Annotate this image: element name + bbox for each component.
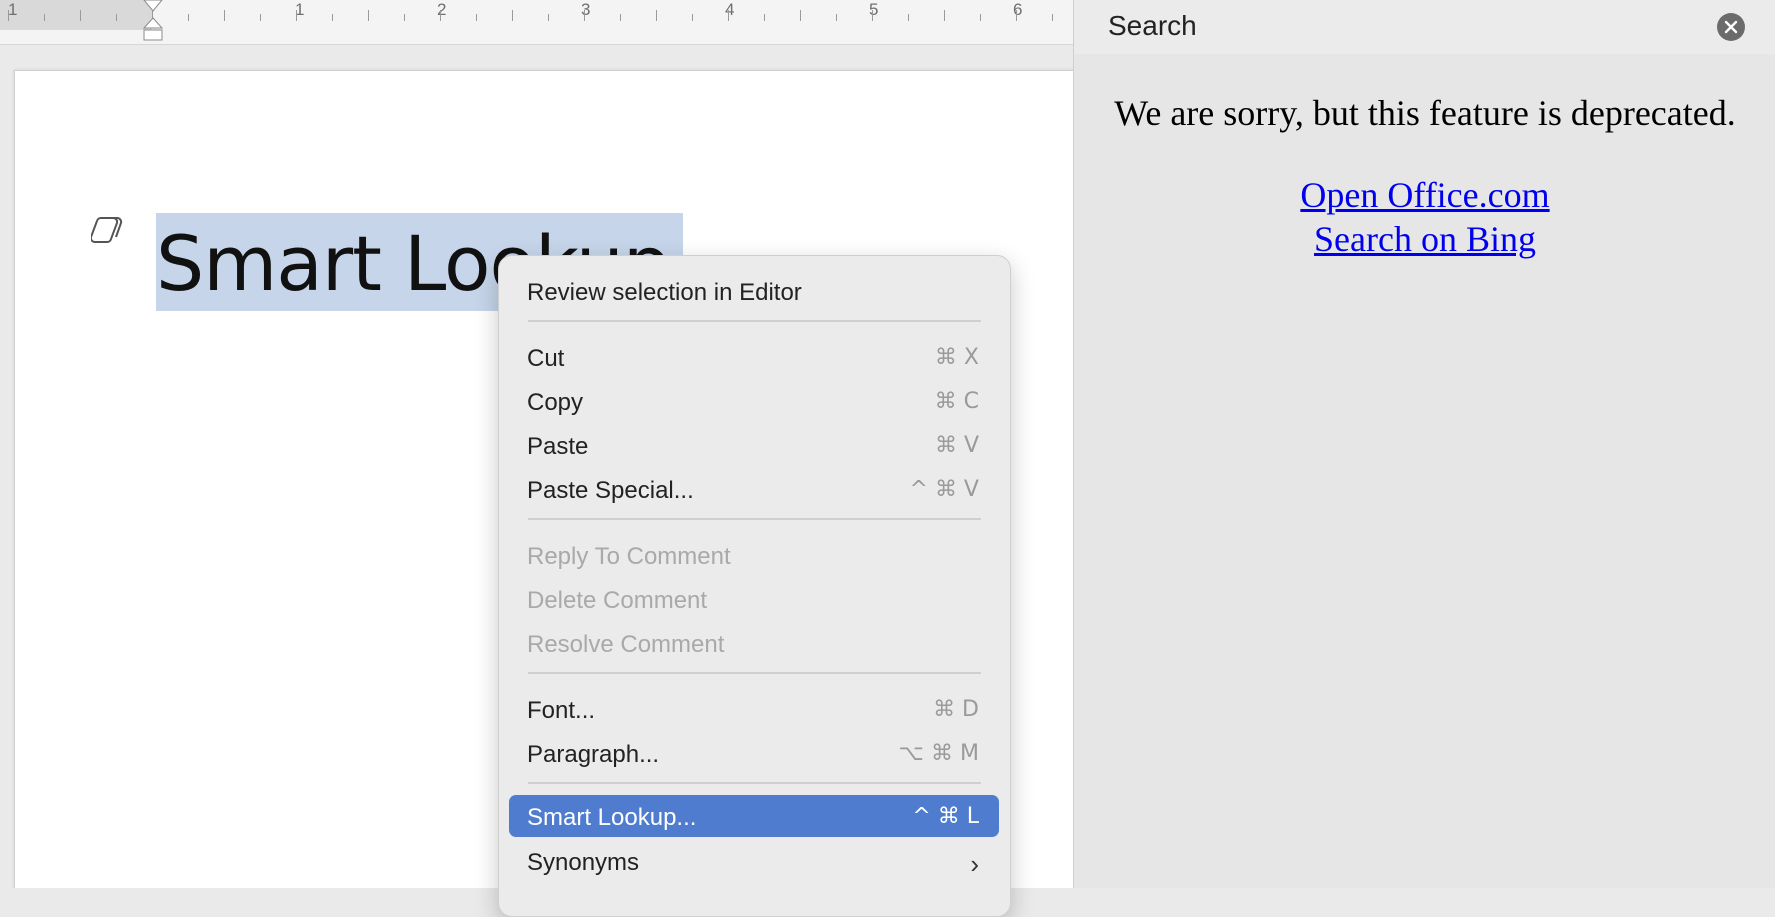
menu-item-synonyms[interactable]: Synonyms › xyxy=(509,840,999,882)
menu-separator xyxy=(528,672,981,674)
chevron-right-icon: › xyxy=(970,849,979,879)
indent-marker-icon[interactable] xyxy=(143,0,163,42)
menu-shortcut: ⌘ D xyxy=(933,697,979,722)
ruler-tick xyxy=(224,10,225,21)
menu-item-copy[interactable]: Copy ⌘ C xyxy=(509,380,999,422)
ruler-tick xyxy=(44,14,45,21)
menu-item-label: Paste xyxy=(527,433,589,460)
ruler-label: 5 xyxy=(869,0,879,19)
ruler-tick xyxy=(188,14,189,21)
menu-separator xyxy=(528,320,981,322)
ruler-tick xyxy=(908,14,909,21)
search-bing-link[interactable]: Search on Bing xyxy=(1314,219,1536,259)
menu-shortcut: ⌘ V xyxy=(934,433,979,458)
search-pane-title: Search xyxy=(1108,10,1197,41)
search-pane-header: Search xyxy=(1074,0,1775,54)
horizontal-ruler[interactable]: 1 1 2 3 4 5 6 xyxy=(0,0,1073,45)
ruler-tick xyxy=(548,14,549,21)
menu-item-delete-comment: Delete Comment xyxy=(509,578,999,620)
menu-item-font[interactable]: Font... ⌘ D xyxy=(509,688,999,730)
close-pane-button[interactable] xyxy=(1717,13,1745,41)
search-bing-link-row: Search on Bing xyxy=(1074,218,1775,260)
menu-item-label: Smart Lookup... xyxy=(527,804,697,831)
menu-item-review-selection[interactable]: Review selection in Editor xyxy=(509,270,999,312)
menu-separator xyxy=(528,782,981,784)
ruler-label: 3 xyxy=(581,0,591,19)
context-menu: Review selection in Editor Cut ⌘ X Copy … xyxy=(498,255,1011,917)
ruler-tick xyxy=(1052,14,1053,21)
close-icon xyxy=(1724,20,1738,34)
menu-item-label: Review selection in Editor xyxy=(527,279,802,306)
ruler-tick xyxy=(476,14,477,21)
menu-item-cut[interactable]: Cut ⌘ X xyxy=(509,336,999,378)
ruler-tick xyxy=(620,14,621,21)
ruler-tick xyxy=(332,14,333,21)
ruler-tick xyxy=(584,10,585,21)
menu-shortcut: ⌥ ⌘ M xyxy=(898,741,979,766)
menu-item-label: Delete Comment xyxy=(527,587,708,614)
menu-item-label: Copy xyxy=(527,389,584,416)
ruler-margin xyxy=(0,0,152,30)
ruler-tick xyxy=(980,14,981,21)
ruler-tick xyxy=(764,14,765,21)
menu-item-label: Paste Special... xyxy=(527,477,694,504)
deprecated-message: We are sorry, but this feature is deprec… xyxy=(1114,93,1736,133)
menu-shortcut: ^ ⌘ V xyxy=(909,477,979,502)
menu-separator xyxy=(528,518,981,520)
ruler-tick xyxy=(728,10,729,21)
menu-item-reply-to-comment: Reply To Comment xyxy=(509,534,999,576)
open-office-link[interactable]: Open Office.com xyxy=(1300,175,1549,215)
menu-item-label: Reply To Comment xyxy=(527,543,731,570)
ruler-tick xyxy=(368,10,369,21)
open-office-link-row: Open Office.com xyxy=(1074,174,1775,216)
menu-shortcut: ⌘ C xyxy=(934,389,979,414)
ruler-label: 4 xyxy=(725,0,735,19)
copilot-icon[interactable] xyxy=(91,214,125,244)
ruler-tick xyxy=(440,10,441,21)
ruler-tick xyxy=(1016,10,1017,21)
menu-shortcut: ⌘ X xyxy=(934,345,979,370)
menu-item-smart-lookup[interactable]: Smart Lookup... ^ ⌘ L xyxy=(509,795,999,837)
ruler-label: 1 xyxy=(8,0,18,19)
ruler-tick xyxy=(836,14,837,21)
menu-item-paste-special[interactable]: Paste Special... ^ ⌘ V xyxy=(509,468,999,510)
menu-item-paste[interactable]: Paste ⌘ V xyxy=(509,424,999,466)
menu-item-label: Synonyms xyxy=(527,849,640,876)
search-pane: Search We are sorry, but this feature is… xyxy=(1073,0,1775,888)
ruler-tick xyxy=(692,14,693,21)
menu-item-resolve-comment: Resolve Comment xyxy=(509,622,999,664)
ruler-label: 6 xyxy=(1013,0,1023,19)
ruler-tick xyxy=(296,10,297,21)
menu-item-label: Font... xyxy=(527,697,596,724)
ruler-tick xyxy=(8,10,9,21)
ruler-tick xyxy=(512,10,513,21)
ruler-tick xyxy=(800,10,801,21)
ruler-label: 2 xyxy=(437,0,447,19)
ruler-tick xyxy=(944,10,945,21)
ruler-tick xyxy=(80,10,81,21)
menu-shortcut: ^ ⌘ L xyxy=(912,804,979,829)
menu-item-label: Resolve Comment xyxy=(527,631,725,658)
ruler-tick xyxy=(656,10,657,21)
ruler-tick xyxy=(872,10,873,21)
ruler-tick xyxy=(404,14,405,21)
menu-item-label: Cut xyxy=(527,345,565,372)
menu-item-label: Paragraph... xyxy=(527,741,660,768)
ruler-tick xyxy=(260,14,261,21)
ruler-tick xyxy=(116,14,117,21)
menu-item-paragraph[interactable]: Paragraph... ⌥ ⌘ M xyxy=(509,732,999,774)
